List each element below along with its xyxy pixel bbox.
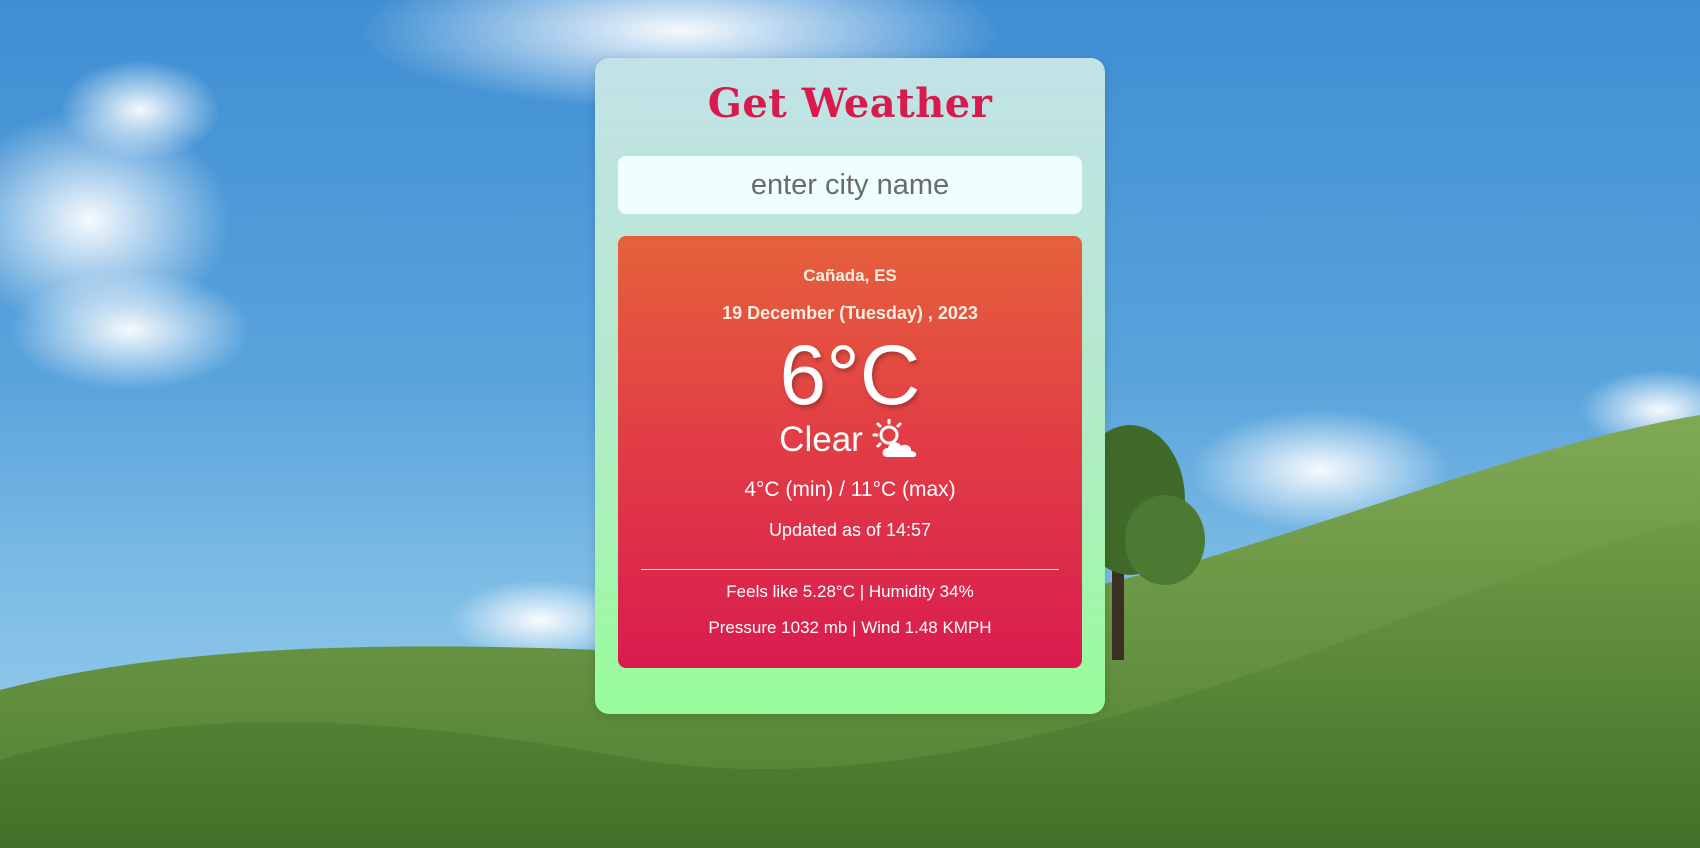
date-label: 19 December (Tuesday) , 2023 [722, 303, 978, 323]
weather-card: Get Weather Cañada, ES 19 December (Tues… [595, 58, 1105, 714]
pressure-wind: Pressure 1032 mb | Wind 1.48 KMPH [708, 618, 992, 637]
sun-behind-cloud-icon [872, 419, 917, 457]
condition-label: Clear [779, 420, 863, 459]
min-max-temperature: 4°C (min) / 11°C (max) [744, 478, 956, 501]
app-title: Get Weather [707, 80, 993, 127]
location-label: Cañada, ES [803, 266, 897, 285]
divider [641, 569, 1059, 570]
weather-result-panel: Cañada, ES 19 December (Tuesday) , 2023 … [618, 236, 1082, 668]
city-search-input[interactable] [618, 156, 1082, 214]
updated-time: Updated as of 14:57 [768, 520, 932, 540]
condition-row: Clear [618, 418, 1082, 462]
temperature-value: 6°C [779, 328, 921, 422]
feels-like-humidity: Feels like 5.28°C | Humidity 34% [726, 582, 974, 601]
